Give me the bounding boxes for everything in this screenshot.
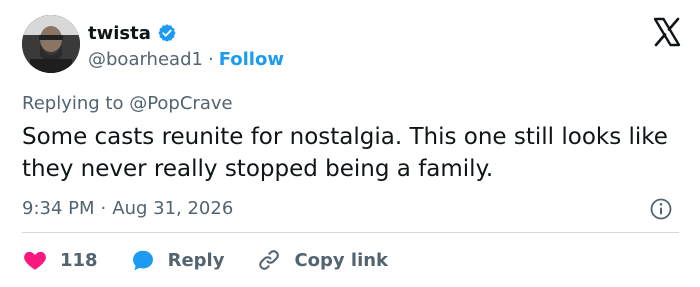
speech-bubble-icon	[130, 247, 156, 273]
like-button[interactable]: 118	[22, 247, 98, 273]
replying-to: Replying to @PopCrave	[22, 93, 233, 114]
author-display-name[interactable]: twista	[88, 23, 151, 44]
tweet-time: 9:34 PM	[22, 198, 95, 219]
reply-label: Reply	[167, 249, 225, 271]
follow-button[interactable]: Follow	[219, 49, 284, 70]
tweet-header: twista @boarhead1 · Follow	[22, 15, 682, 79]
copy-link-button[interactable]: Copy link	[256, 247, 388, 273]
meta-separator: ·	[100, 198, 107, 219]
copy-link-label: Copy link	[294, 249, 389, 271]
author-names: twista @boarhead1 · Follow	[88, 21, 284, 71]
x-logo-icon[interactable]	[652, 17, 682, 47]
info-icon[interactable]	[649, 197, 673, 221]
handle-separator: ·	[207, 49, 214, 70]
tweet-text: Some casts reunite for nostalgia. This o…	[22, 124, 668, 182]
like-count: 118	[60, 249, 98, 271]
avatar[interactable]	[22, 15, 80, 73]
replying-prefix: Replying to	[22, 93, 130, 114]
reply-button[interactable]: Reply	[130, 247, 225, 273]
link-icon	[256, 247, 282, 273]
replying-to-mention[interactable]: @PopCrave	[129, 93, 232, 114]
heart-icon	[22, 247, 48, 273]
tweet-date: Aug 31, 2026	[112, 198, 234, 219]
author-handle[interactable]: @boarhead1	[88, 49, 203, 70]
avatar-image	[22, 15, 80, 73]
verified-badge-icon	[157, 23, 177, 43]
divider	[22, 232, 679, 233]
tweet-actions: 118 Reply Copy link	[22, 247, 420, 273]
tweet-timestamp[interactable]: 9:34 PM · Aug 31, 2026	[22, 198, 233, 219]
